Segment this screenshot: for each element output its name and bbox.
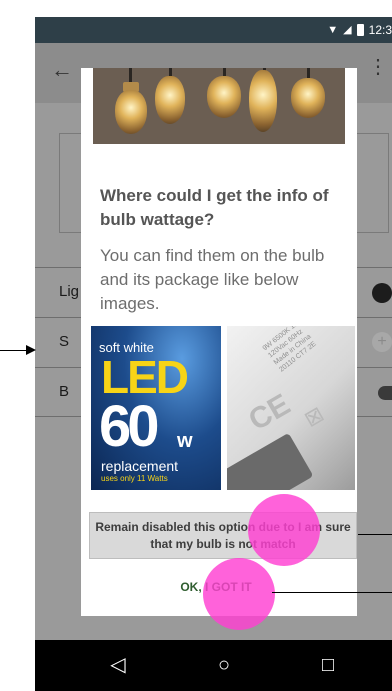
callout-line bbox=[358, 534, 392, 535]
bulb bbox=[291, 78, 325, 118]
bulb-label-image: 9W 6500K 100mA 120Vac 60Hz Made in China… bbox=[227, 326, 355, 490]
signal-icon: ◢ bbox=[343, 23, 352, 36]
battery-icon bbox=[356, 24, 364, 36]
touch-indicator bbox=[248, 494, 320, 566]
led-package-image: soft white LED 60 w replacement uses onl… bbox=[91, 326, 221, 490]
add-circle-icon[interactable]: + bbox=[372, 332, 392, 352]
row-label: B bbox=[59, 383, 70, 400]
back-arrow-icon[interactable]: ← bbox=[51, 59, 73, 81]
navigation-bar: ◁ ○ □ bbox=[35, 640, 392, 691]
status-bar: ▼ ◢ 12:3 bbox=[35, 17, 392, 43]
overflow-menu-icon[interactable]: ⋮ bbox=[368, 57, 388, 77]
nav-recents-icon[interactable]: □ bbox=[313, 652, 343, 678]
status-time: 12:3 bbox=[368, 23, 392, 37]
toggle-switch-icon[interactable] bbox=[378, 386, 392, 400]
dialog-body: You can find them on the bulb and its pa… bbox=[100, 246, 325, 313]
bulb bbox=[207, 76, 241, 118]
nav-back-icon[interactable]: ◁ bbox=[103, 652, 133, 678]
arrow-right-icon bbox=[26, 345, 36, 355]
touch-indicator bbox=[203, 558, 275, 630]
ce-mark: CE bbox=[243, 387, 296, 438]
callout-line bbox=[0, 350, 26, 351]
vintage-bulbs-image bbox=[93, 68, 345, 144]
callout-line bbox=[272, 592, 392, 593]
bulb bbox=[115, 90, 147, 134]
bulb bbox=[155, 76, 185, 124]
wifi-icon: ▼ bbox=[327, 23, 339, 36]
bulb-wire bbox=[169, 68, 172, 76]
bulb bbox=[249, 70, 277, 132]
toggle-knob-icon[interactable] bbox=[372, 283, 392, 303]
led-package-unit: w bbox=[177, 430, 193, 452]
row-label: Lig bbox=[59, 283, 80, 300]
led-package-text: replacement bbox=[101, 458, 179, 474]
bulb-printed-specs: 9W 6500K 100mA 120Vac 60Hz Made in China… bbox=[261, 326, 318, 374]
status-icons: ▼ ◢ 12:3 bbox=[327, 21, 392, 39]
led-package-wattage: 60 bbox=[99, 394, 159, 459]
bulb-base bbox=[227, 432, 314, 490]
dialog-title: Where could I get the info of bulb watta… bbox=[100, 186, 329, 229]
led-package-text: uses only 11 Watts bbox=[101, 474, 168, 483]
weee-bin-icon: ⊠ bbox=[299, 401, 329, 433]
row-label: S bbox=[59, 333, 70, 350]
nav-home-icon[interactable]: ○ bbox=[209, 652, 239, 678]
